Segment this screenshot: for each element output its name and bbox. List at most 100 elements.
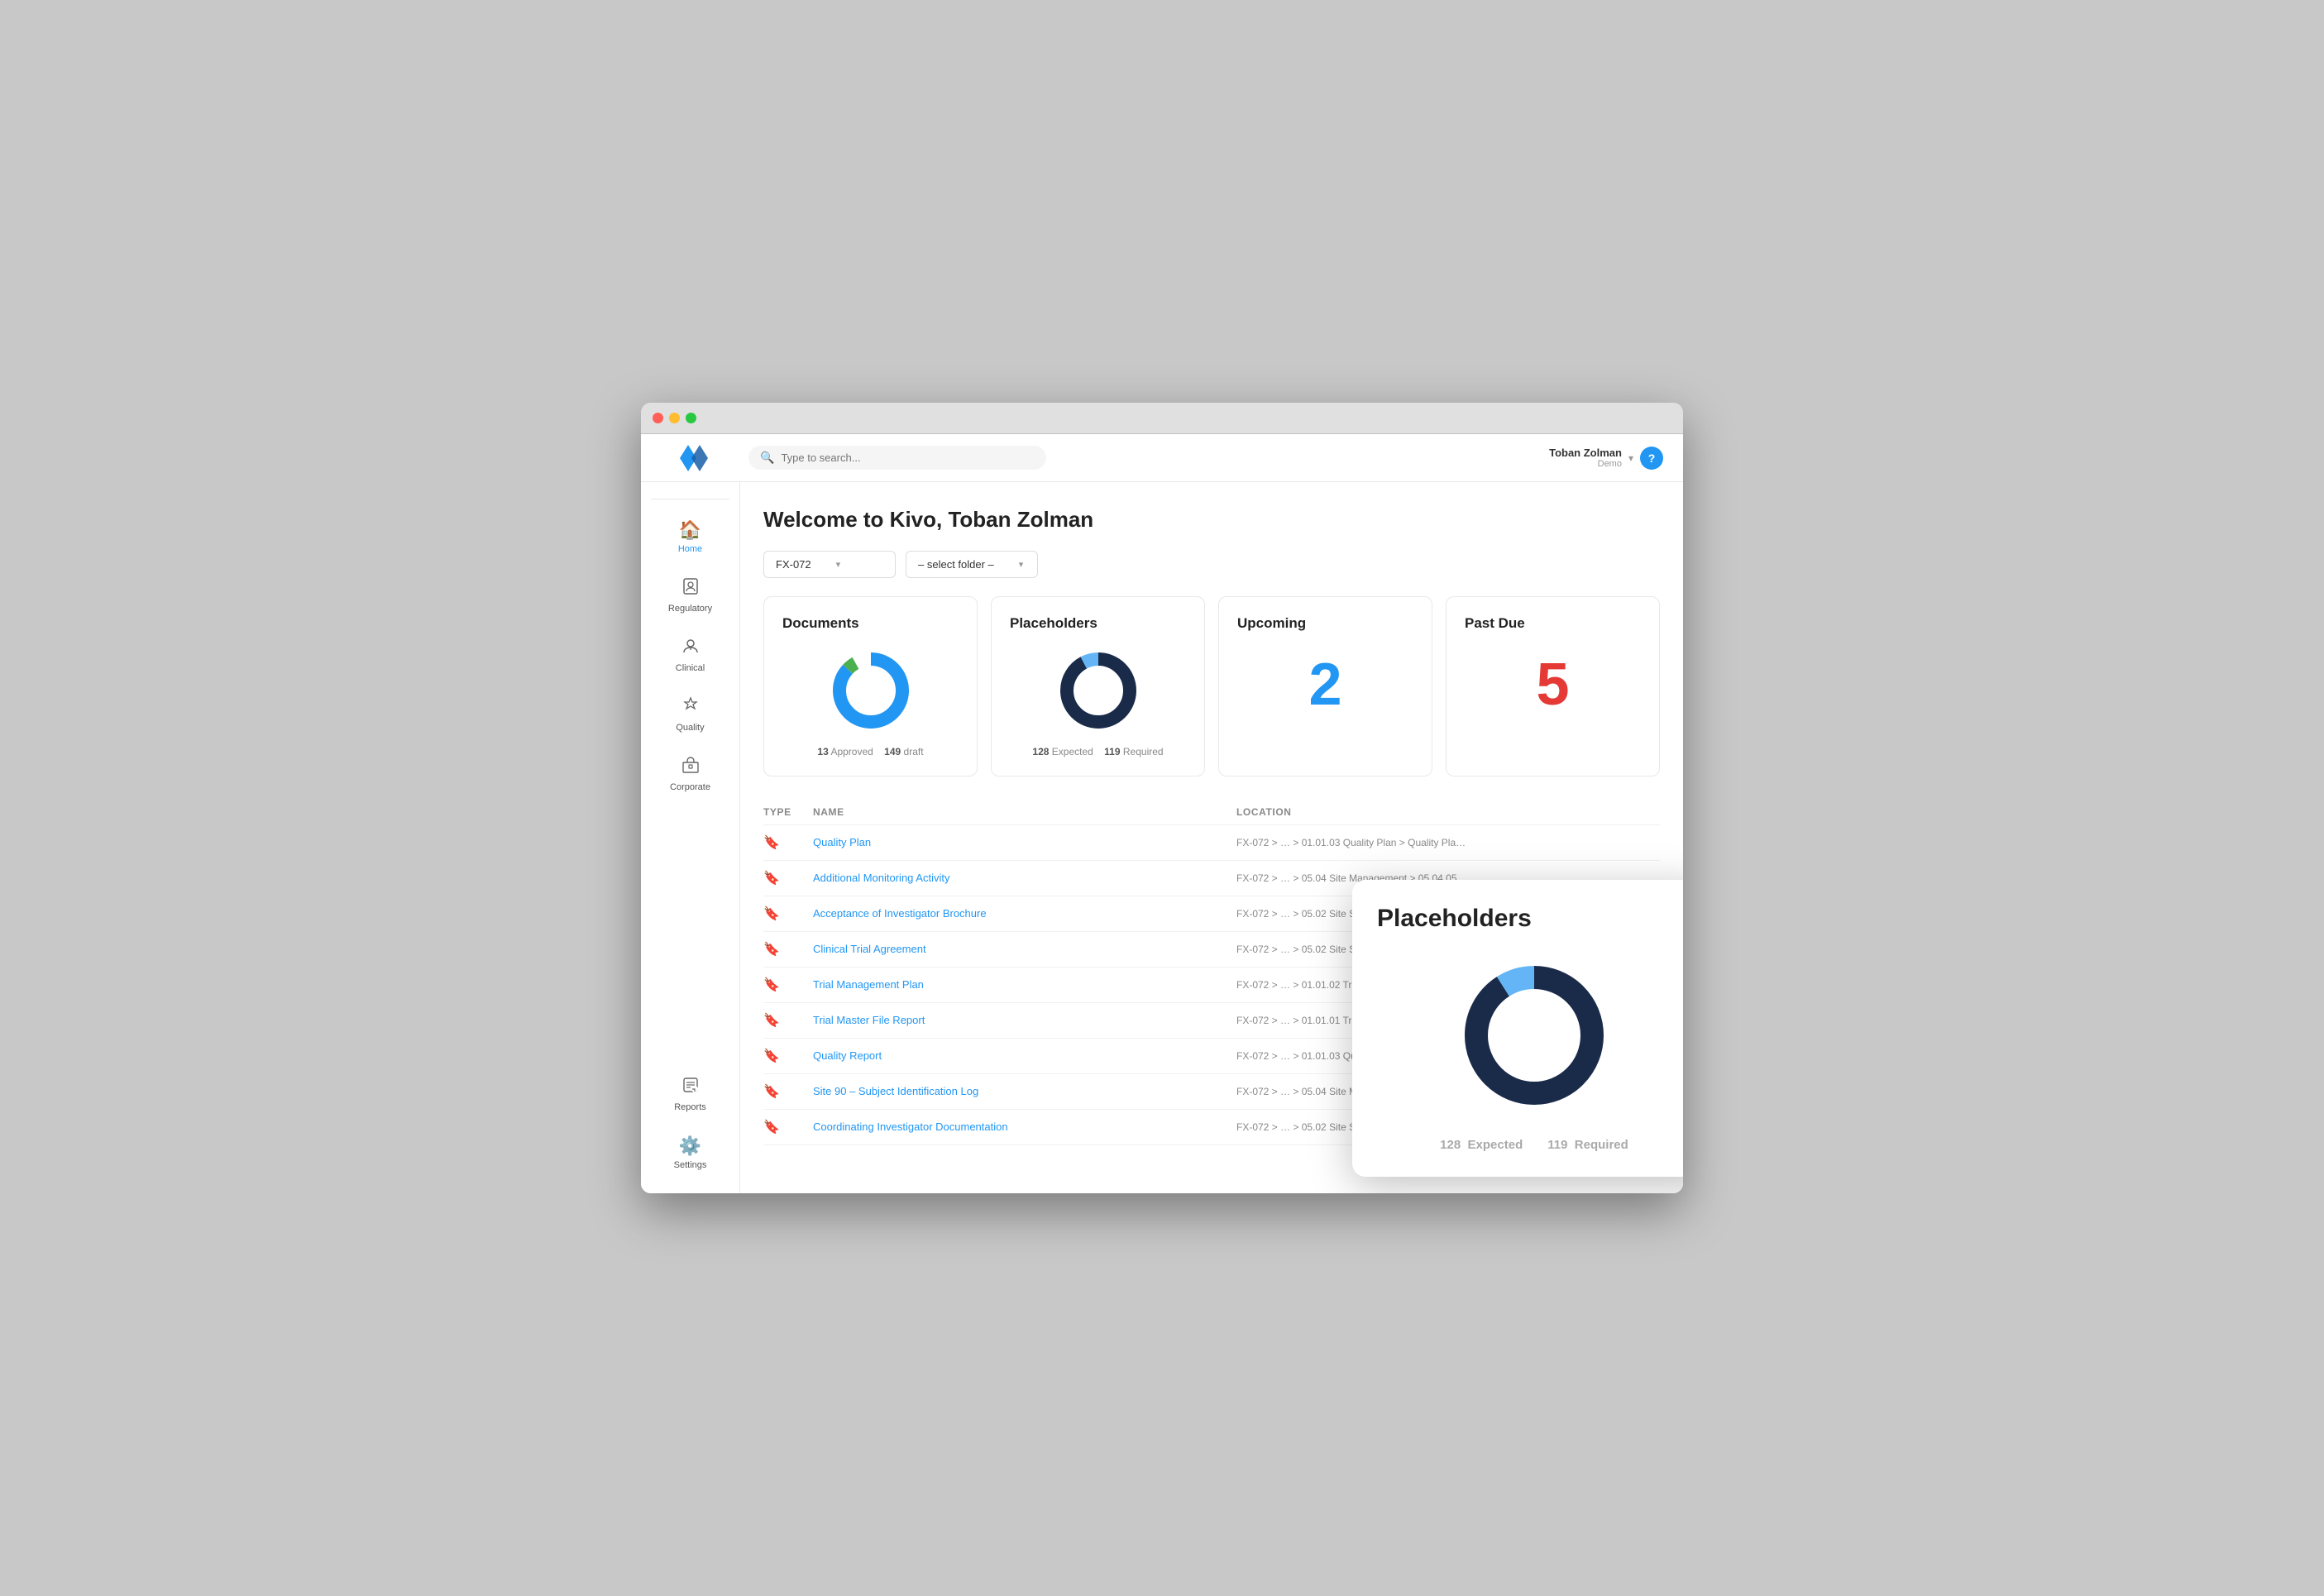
row-name-link[interactable]: Trial Master File Report bbox=[813, 1014, 925, 1026]
row-name-link[interactable]: Additional Monitoring Activity bbox=[813, 872, 949, 884]
app-body: 🏠 Home Regulatory bbox=[641, 482, 1683, 1193]
documents-card-title: Documents bbox=[782, 615, 859, 632]
placeholders-expected-label: Expected bbox=[1052, 746, 1093, 757]
search-icon: 🔍 bbox=[760, 451, 774, 465]
traffic-lights bbox=[653, 413, 696, 423]
row-name-link[interactable]: Clinical Trial Agreement bbox=[813, 943, 926, 955]
row-bookmark-icon: 🔖 bbox=[763, 941, 813, 958]
row-name-link[interactable]: Coordinating Investigator Documentation bbox=[813, 1121, 1008, 1133]
table-header: Type Name Location bbox=[763, 800, 1660, 825]
row-name[interactable]: Coordinating Investigator Documentation bbox=[813, 1120, 1236, 1135]
regulatory-icon bbox=[681, 577, 700, 600]
row-name-link[interactable]: Site 90 – Subject Identification Log bbox=[813, 1085, 978, 1097]
documents-draft-label: draft bbox=[904, 746, 924, 757]
folder-select[interactable]: – select folder – ▾ bbox=[906, 551, 1038, 578]
row-bookmark-icon: 🔖 bbox=[763, 834, 813, 851]
quality-icon bbox=[681, 696, 700, 719]
titlebar bbox=[641, 403, 1683, 434]
sidebar-item-settings[interactable]: ⚙️ Settings bbox=[641, 1125, 739, 1180]
help-button[interactable]: ? bbox=[1640, 447, 1663, 470]
folder-select-chevron: ▾ bbox=[1019, 559, 1024, 570]
row-name-link[interactable]: Quality Plan bbox=[813, 836, 871, 848]
sidebar-label-quality: Quality bbox=[676, 723, 704, 733]
row-bookmark-icon: 🔖 bbox=[763, 1012, 813, 1029]
placeholders-popup: Placeholders 128 Expecte bbox=[1352, 880, 1683, 1177]
user-role: Demo bbox=[1549, 459, 1622, 469]
documents-approved-count: 13 bbox=[817, 746, 828, 757]
sidebar-label-regulatory: Regulatory bbox=[668, 604, 712, 614]
search-bar[interactable]: 🔍 bbox=[748, 446, 1046, 470]
popup-expected-label: Expected bbox=[1468, 1138, 1523, 1152]
row-name[interactable]: Quality Plan bbox=[813, 835, 1236, 850]
user-name: Toban Zolman bbox=[1549, 447, 1622, 459]
close-button[interactable] bbox=[653, 413, 663, 423]
past-due-card-title: Past Due bbox=[1465, 615, 1525, 632]
row-name-link[interactable]: Quality Report bbox=[813, 1049, 882, 1062]
popup-title: Placeholders bbox=[1377, 905, 1683, 933]
page-title: Welcome to Kivo, Toban Zolman bbox=[763, 507, 1660, 533]
col-name: Name bbox=[813, 806, 1236, 818]
row-bookmark-icon: 🔖 bbox=[763, 1119, 813, 1135]
row-name[interactable]: Quality Report bbox=[813, 1049, 1236, 1063]
popup-required-label: Required bbox=[1575, 1138, 1628, 1152]
row-bookmark-icon: 🔖 bbox=[763, 977, 813, 993]
upcoming-number: 2 bbox=[1308, 655, 1341, 714]
sidebar-label-reports: Reports bbox=[674, 1102, 706, 1112]
minimize-button[interactable] bbox=[669, 413, 680, 423]
reports-icon bbox=[681, 1076, 700, 1099]
row-name[interactable]: Clinical Trial Agreement bbox=[813, 942, 1236, 957]
row-bookmark-icon: 🔖 bbox=[763, 870, 813, 886]
placeholders-stats: 128 Expected 119 Required bbox=[1032, 746, 1163, 757]
study-select[interactable]: FX-072 ▾ bbox=[763, 551, 896, 578]
table-row: 🔖 Quality Plan FX-072 > … > 01.01.03 Qua… bbox=[763, 825, 1660, 861]
row-location: FX-072 > … > 01.01.03 Quality Plan > Qua… bbox=[1236, 837, 1468, 848]
search-input[interactable] bbox=[781, 452, 1035, 464]
sidebar-item-quality[interactable]: Quality bbox=[641, 686, 739, 743]
sidebar-item-clinical[interactable]: Clinical bbox=[641, 627, 739, 683]
logo-area bbox=[661, 438, 735, 478]
row-name-link[interactable]: Trial Management Plan bbox=[813, 978, 924, 991]
placeholders-required-label: Required bbox=[1123, 746, 1164, 757]
popup-expected-value: 128 bbox=[1440, 1138, 1461, 1152]
filters-row: FX-072 ▾ – select folder – ▾ bbox=[763, 551, 1660, 578]
popup-donut bbox=[1377, 953, 1683, 1118]
past-due-card: Past Due 5 bbox=[1446, 596, 1660, 776]
maximize-button[interactable] bbox=[686, 413, 696, 423]
row-bookmark-icon: 🔖 bbox=[763, 906, 813, 922]
sidebar-item-home[interactable]: 🏠 Home bbox=[641, 509, 739, 564]
row-name[interactable]: Trial Master File Report bbox=[813, 1013, 1236, 1028]
sidebar-item-regulatory[interactable]: Regulatory bbox=[641, 567, 739, 624]
main-content: Welcome to Kivo, Toban Zolman FX-072 ▾ –… bbox=[740, 482, 1683, 1193]
documents-card: Documents 13 bbox=[763, 596, 978, 776]
topbar: 🔍 Toban Zolman Demo ▾ ? bbox=[641, 434, 1683, 482]
row-name[interactable]: Additional Monitoring Activity bbox=[813, 871, 1236, 886]
placeholders-expected-count: 128 bbox=[1032, 746, 1049, 757]
row-name[interactable]: Acceptance of Investigator Brochure bbox=[813, 906, 1236, 921]
sidebar-item-reports[interactable]: Reports bbox=[641, 1066, 739, 1122]
row-name[interactable]: Trial Management Plan bbox=[813, 977, 1236, 992]
row-bookmark-icon: 🔖 bbox=[763, 1048, 813, 1064]
row-name-link[interactable]: Acceptance of Investigator Brochure bbox=[813, 907, 987, 920]
cards-row: Documents 13 bbox=[763, 596, 1660, 776]
documents-draft-count: 149 bbox=[884, 746, 901, 757]
sidebar-label-home: Home bbox=[678, 544, 702, 554]
sidebar: 🏠 Home Regulatory bbox=[641, 482, 740, 1193]
documents-approved-label: Approved bbox=[830, 746, 873, 757]
popup-required-value: 119 bbox=[1547, 1138, 1567, 1152]
sidebar-label-settings: Settings bbox=[674, 1160, 707, 1170]
documents-donut bbox=[825, 645, 916, 736]
placeholders-card-title: Placeholders bbox=[1010, 615, 1097, 632]
corporate-icon bbox=[681, 756, 700, 779]
placeholders-required-count: 119 bbox=[1104, 746, 1120, 757]
study-select-value: FX-072 bbox=[776, 558, 811, 571]
sidebar-item-corporate[interactable]: Corporate bbox=[641, 746, 739, 802]
study-select-chevron: ▾ bbox=[836, 559, 841, 570]
popup-expected: 128 Expected bbox=[1440, 1138, 1523, 1152]
row-name[interactable]: Site 90 – Subject Identification Log bbox=[813, 1084, 1236, 1099]
past-due-number: 5 bbox=[1536, 655, 1569, 714]
home-icon: 🏠 bbox=[679, 519, 701, 541]
upcoming-card-title: Upcoming bbox=[1237, 615, 1306, 632]
kivo-logo bbox=[678, 438, 718, 478]
user-chevron-icon[interactable]: ▾ bbox=[1628, 452, 1633, 464]
popup-required: 119 Required bbox=[1547, 1138, 1628, 1152]
